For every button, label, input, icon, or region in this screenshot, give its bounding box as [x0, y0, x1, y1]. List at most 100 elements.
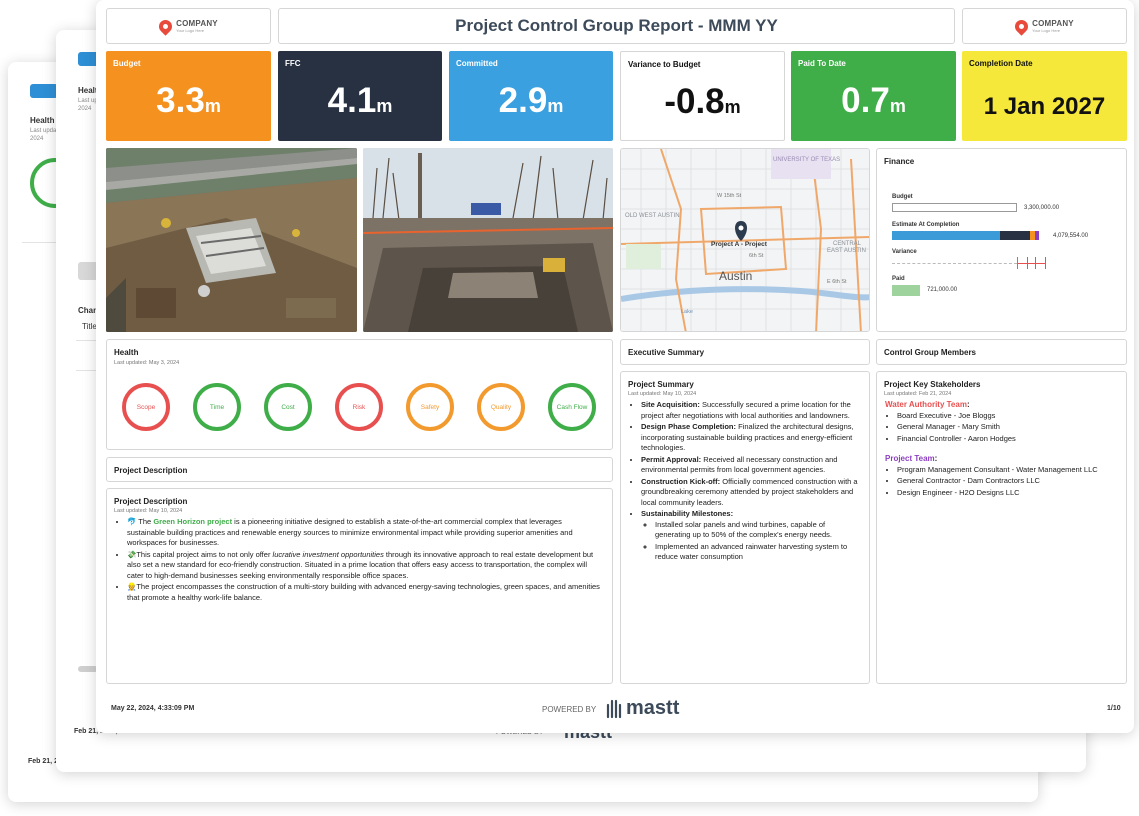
- health-ring-cash-flow: Cash Flow: [548, 383, 596, 431]
- water-authority-team-title: Water Authority Team:: [885, 400, 970, 409]
- site-photo-aerial: [106, 148, 357, 332]
- location-pin-icon: [1012, 16, 1031, 36]
- company-name: COMPANY: [1032, 19, 1074, 28]
- map-label-street: 6th St: [749, 253, 764, 259]
- back-health-title: Health: [30, 116, 55, 125]
- finance-eac-bar: [892, 231, 1039, 240]
- team-member: Program Management Consultant - Water Ma…: [897, 465, 1117, 476]
- stakeholders-body: Water Authority Team: Board Executive - …: [885, 400, 1117, 499]
- kpi-committed: Committed 2.9m: [449, 51, 613, 141]
- project-summary-updated: Last updated: May 10, 2024: [628, 391, 697, 397]
- map-label-university: UNIVERSITY OF TEXAS: [773, 157, 841, 163]
- finance-variance-tick: [1035, 257, 1036, 269]
- kpi-value: 0.7m: [841, 81, 906, 120]
- executive-summary-header-title: Executive Summary: [628, 348, 705, 357]
- executive-summary-panel: Project Summary Last updated: May 10, 20…: [620, 371, 870, 684]
- kpi-value: 3.3m: [156, 81, 221, 120]
- finance-budget-label: Budget: [892, 194, 913, 200]
- project-summary-title: Project Summary: [628, 380, 694, 389]
- back-year: 2024: [78, 106, 92, 112]
- finance-budget-bar: [892, 203, 1017, 212]
- finance-paid-value: 721,000.00: [927, 287, 958, 293]
- back-health-sub: Last up: [78, 98, 98, 104]
- map-label-east-austin: EAST AUSTIN: [827, 248, 866, 254]
- project-summary-body: Site Acquisition: Successfully secured a…: [629, 400, 859, 564]
- kpi-value: -0.8m: [664, 82, 741, 121]
- back-health-sub: Last updat: [30, 128, 59, 134]
- health-panel: Health Last updated: May 3, 2024 Scope T…: [106, 339, 613, 450]
- report-title: Project Control Group Report - MMM YY: [278, 8, 955, 44]
- finance-paid-label: Paid: [892, 276, 905, 282]
- control-group-header: Control Group Members: [876, 339, 1127, 365]
- finance-paid-bar: [892, 285, 920, 296]
- finance-variance-line: [1017, 263, 1045, 264]
- company-tagline: Your Logo Here: [176, 28, 205, 33]
- kpi-label: Paid To Date: [798, 59, 846, 68]
- kpi-label: Committed: [456, 59, 498, 68]
- description-paragraph: 🐬 The Green Horizon project is a pioneer…: [127, 517, 600, 549]
- back-footer-date: Feb 21, 2: [28, 758, 58, 765]
- project-description-title: Project Description: [114, 497, 188, 506]
- project-team-title: Project Team:: [885, 454, 938, 463]
- team-member: Financial Controller - Aaron Hodges: [897, 434, 1117, 445]
- back-tab: [30, 84, 58, 98]
- green-horizon-link[interactable]: Green Horizon project: [153, 517, 232, 526]
- back-health-title: Healt: [78, 86, 98, 95]
- health-ring-quality: Quality: [477, 383, 525, 431]
- site-photo-excavation: [363, 148, 613, 332]
- description-paragraph: 💸This capital project aims to not only o…: [127, 550, 600, 582]
- kpi-value: 1 Jan 2027: [983, 93, 1106, 120]
- map-label-street: W 15th St: [717, 193, 742, 199]
- kpi-label: Completion Date: [969, 59, 1033, 68]
- kpi-value: 2.9m: [498, 81, 564, 120]
- team-member: Board Executive - Joe Bloggs: [897, 411, 1117, 422]
- company-logo-left: COMPANY Your Logo Here: [106, 8, 271, 44]
- summary-item: Permit Approval: Received all necessary …: [641, 455, 859, 476]
- map-label-old-west: OLD WEST AUSTIN: [625, 213, 680, 219]
- control-group-header-title: Control Group Members: [884, 348, 977, 357]
- summary-item: Sustainability Milestones: Installed sol…: [641, 509, 859, 563]
- team-member: Design Engineer - H2O Designs LLC: [897, 488, 1117, 499]
- kpi-label: FFC: [285, 59, 301, 68]
- finance-title: Finance: [884, 157, 915, 166]
- finance-panel: Finance Budget 3,300,000.00 Estimate At …: [876, 148, 1127, 332]
- worker-icon: 👷: [127, 582, 137, 591]
- summary-sub-item: Implemented an advanced rainwater harves…: [655, 542, 859, 563]
- finance-budget-value: 3,300,000.00: [1024, 205, 1060, 211]
- map-label-lake: Lake: [681, 309, 693, 315]
- health-ring-risk: Risk: [335, 383, 383, 431]
- finance-variance-tick: [1045, 257, 1046, 269]
- stakeholders-updated: Last updated: Feb 21, 2024: [884, 391, 952, 397]
- footer-powered-by: POWERED BY: [542, 705, 597, 714]
- mastt-logo-icon: [606, 699, 622, 718]
- finance-variance-label: Variance: [892, 249, 917, 255]
- summary-item: Site Acquisition: Successfully secured a…: [641, 400, 859, 421]
- location-pin-icon: [156, 16, 175, 36]
- project-description-header: Project Description: [106, 457, 613, 482]
- map-label-street: E 6th St: [827, 279, 847, 285]
- finance-eac-value: 4,079,554.00: [1053, 233, 1089, 239]
- map-label-central: CENTRAL: [833, 241, 862, 247]
- kpi-value: 4.1m: [327, 81, 393, 120]
- project-location-map[interactable]: UNIVERSITY OF TEXAS OLD WEST AUSTIN CENT…: [620, 148, 870, 332]
- back-button: [78, 262, 98, 280]
- footer-page-number: 1/10: [1107, 705, 1121, 712]
- company-name: COMPANY: [176, 19, 218, 28]
- map-label-city: Austin: [719, 269, 753, 283]
- mastt-logo-text: mastt: [626, 697, 680, 719]
- map-project-marker-label: Project A - Project: [711, 241, 767, 248]
- finance-variance-tick: [1027, 257, 1028, 269]
- summary-sub-item: Installed solar panels and wind turbines…: [655, 520, 859, 541]
- kpi-completion-date: Completion Date 1 Jan 2027: [962, 51, 1127, 141]
- kpi-ffc: FFC 4.1m: [278, 51, 442, 141]
- kpi-label: Budget: [113, 59, 141, 68]
- health-ring-cost: Cost: [264, 383, 312, 431]
- health-ring-safety: Safety: [406, 383, 454, 431]
- finance-variance-tick: [1017, 257, 1018, 269]
- project-description-panel: Project Description Last updated: May 10…: [106, 488, 613, 684]
- team-member: General Contractor - Dam Contractors LLC: [897, 476, 1117, 487]
- project-description-header-title: Project Description: [114, 466, 188, 475]
- executive-summary-header: Executive Summary: [620, 339, 870, 365]
- kpi-variance: Variance to Budget -0.8m: [620, 51, 785, 141]
- back-col-title: Title: [82, 322, 97, 331]
